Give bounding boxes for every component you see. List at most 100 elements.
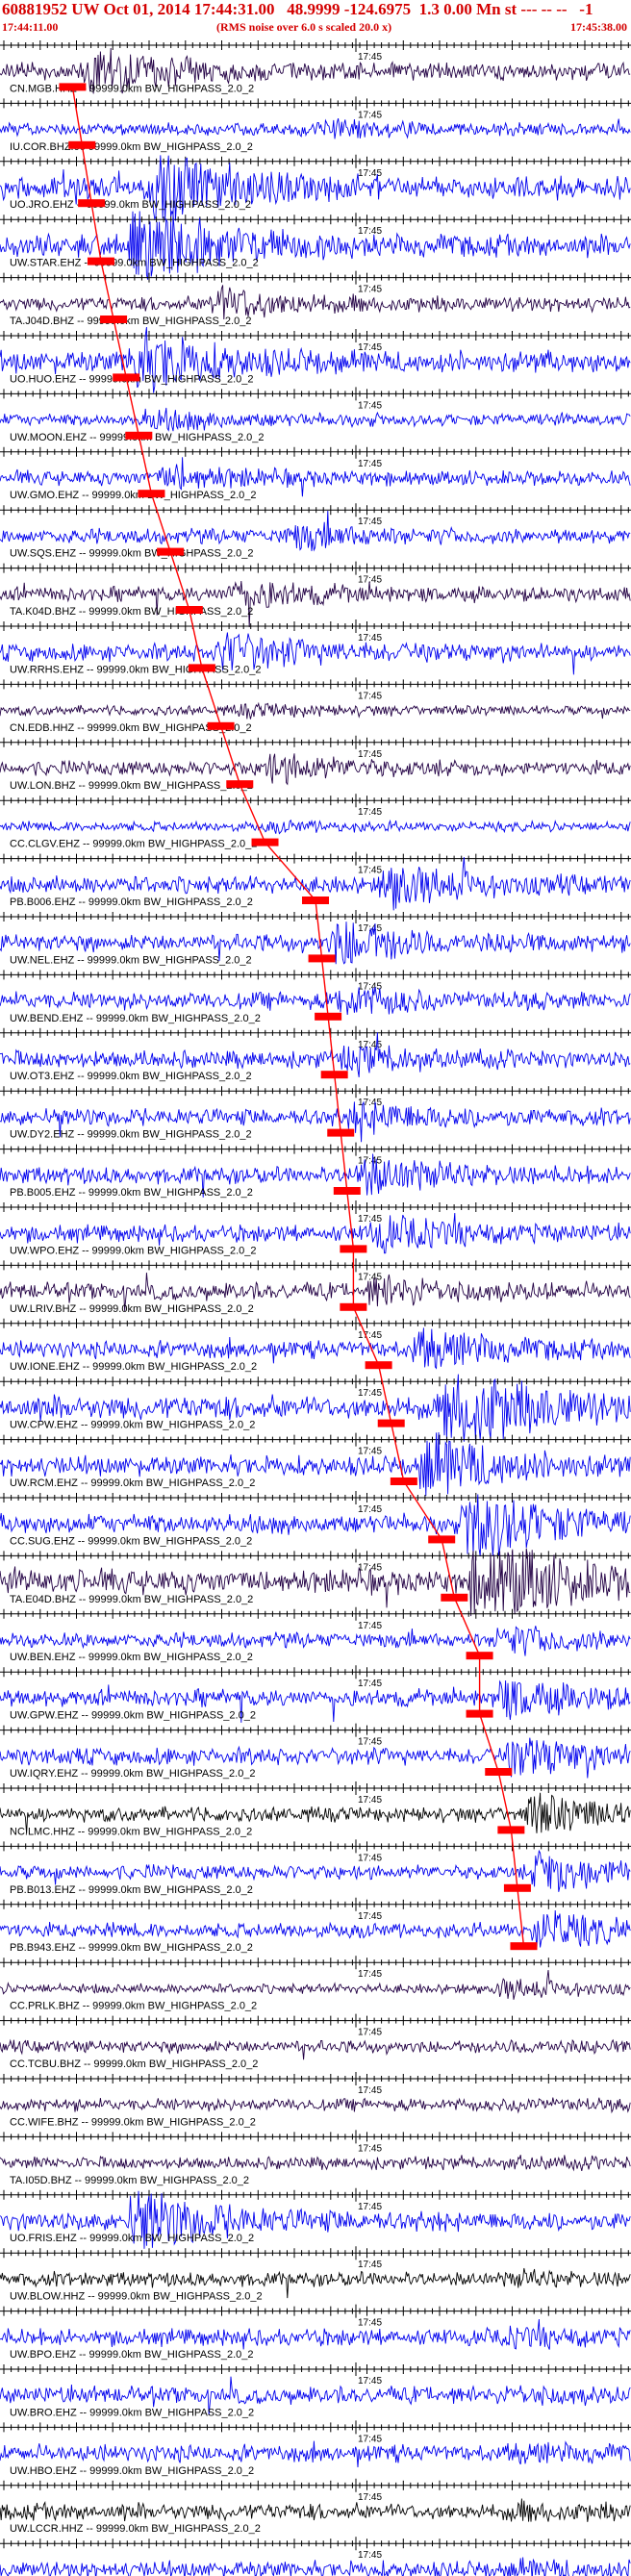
trace-row: 17:45 UO.JRO.EHZ -- 99999.0km BW_HIGHPASS…	[0, 154, 631, 221]
trace-label: CC.CLGV.EHZ -- 99999.0km BW_HIGHPASS_2.0…	[10, 839, 257, 850]
trace-label: UW.STAR.EHZ -- 99999.0km BW_HIGHPASS_2.0…	[10, 258, 259, 269]
minute-label: 17:45	[358, 2376, 382, 2387]
trace-label: UW.GPW.EHZ -- 99999.0km BW_HIGHPASS_2.0_…	[10, 1710, 256, 1722]
minute-label: 17:45	[358, 1330, 382, 1341]
trace-label: NC.LMC.HHZ -- 99999.0km BW_HIGHPASS_2.0_…	[10, 1826, 252, 1837]
waveform-trace	[0, 2097, 631, 2114]
waveform-trace	[0, 701, 631, 720]
trace-label: UW.BEN.EHZ -- 99999.0km BW_HIGHPASS_2.0_…	[10, 1652, 253, 1663]
waveform-trace	[0, 2498, 631, 2522]
trace-label: PB.B005.EHZ -- 99999.0km BW_HIGHPASS_2.0…	[10, 1187, 253, 1199]
trace-label: IU.COR.BHZ.00 99999.0km BW_HIGHPASS_2.0_…	[10, 141, 253, 153]
trace-row: 17:45UW.VIP.EHZ -- 99999.0km BW_HIGHPASS…	[0, 2537, 631, 2576]
trace-label: UW.CPW.EHZ -- 99999.0km BW_HIGHPASS_2.0_…	[10, 1420, 255, 1431]
trace-label: UW.LON.BHZ -- 99999.0km BW_HIGHPASS_2.0_…	[10, 780, 253, 792]
trace-row: 17:45 PB.B943.EHZ -- 99999.0km BW_HIGHPAS…	[0, 1897, 631, 1954]
trace-label: CC.TCBU.BHZ -- 99999.0km BW_HIGHPASS_2.0…	[10, 2058, 258, 2070]
trace-row: 17:45 CC.CLGV.EHZ -- 99999.0km BW_HIGHPAS…	[0, 794, 631, 850]
minute-label: 17:45	[358, 1388, 382, 1399]
minute-label: 17:45	[358, 2550, 382, 2561]
trace-row: 17:45 CN.MGB.HHZ -- 99999.0km BW_HIGHPASS…	[0, 38, 631, 94]
trace-row: 17:45 CC.TCBU.BHZ -- 99999.0km BW_HIGHPAS…	[0, 2013, 631, 2070]
trace-row: 17:45 UW.BPO.EHZ -- 99999.0km BW_HIGHPASS…	[0, 2304, 631, 2361]
trace-label: TA.I05D.BHZ -- 99999.0km BW_HIGHPASS_2.0…	[10, 2175, 249, 2186]
trace-row: 17:45 UW.SQS.EHZ -- 99999.0km BW_HIGHPASS…	[0, 503, 631, 560]
minute-label: 17:45	[358, 1969, 382, 1980]
trace-label: UW.SQS.EHZ -- 99999.0km BW_HIGHPASS_2.0_…	[10, 548, 254, 560]
waveform-trace	[0, 1548, 631, 1617]
minute-label: 17:45	[358, 2260, 382, 2270]
waveform-trace	[0, 819, 631, 835]
trace-row: 17:45 UW.CPW.EHZ -- 99999.0km BW_HIGHPASS…	[0, 1374, 631, 1442]
minute-label: 17:45	[358, 1447, 382, 1457]
trace-row: 17:45 UW.GPW.EHZ -- 99999.0km BW_HIGHPASS…	[0, 1665, 631, 1723]
waveform-trace	[0, 117, 631, 139]
trace-label: TA.K04D.BHZ -- 99999.0km BW_HIGHPASS_2.0…	[10, 606, 253, 618]
minute-label: 17:45	[358, 1795, 382, 1806]
trace-row: 17:45CN.EDB.HHZ -- 99999.0km BW_HIGHPASS…	[0, 677, 631, 734]
minute-label: 17:45	[358, 575, 382, 586]
trace-label: UW.NEL.EHZ -- 99999.0km BW_HIGHPASS_2.0_…	[10, 954, 252, 966]
trace-label: TA.E04D.BHZ -- 99999.0km BW_HIGHPASS_2.0…	[10, 1594, 253, 1605]
minute-label: 17:45	[358, 691, 382, 701]
minute-label: 17:45	[358, 2318, 382, 2329]
waveform-trace	[0, 581, 631, 628]
waveform-trace	[0, 1969, 631, 2000]
trace-label: UO.JRO.EHZ -- 99999.0km BW_HIGHPASS_2.0_…	[10, 199, 251, 211]
trace-label: UW.RCM.EHZ -- 99999.0km BW_HIGHPASS_2.0_…	[10, 1477, 255, 1489]
waveform-trace	[0, 2440, 631, 2468]
trace-row: 17:45 TA.E04D.BHZ -- 99999.0km BW_HIGHPAS…	[0, 1548, 631, 1617]
trace-label: CC.WIFE.BHZ -- 99999.0km BW_HIGHPASS_2.0…	[10, 2116, 256, 2128]
trace-row: 17:45UW.NEL.EHZ -- 99999.0km BW_HIGHPASS…	[0, 910, 631, 966]
minute-label: 17:45	[358, 2202, 382, 2212]
trace-label: UO.FRIS.EHZ -- 99999.0km BW_HIGHPASS_2.0…	[10, 2233, 254, 2244]
minute-label: 17:45	[358, 1911, 382, 1922]
trace-label: CC.SUG.EHZ -- 99999.0km BW_HIGHPASS_2.0_…	[10, 1535, 252, 1547]
minute-label: 17:45	[358, 749, 382, 760]
waveform-trace	[0, 1494, 631, 1557]
trace-label: PB.B943.EHZ -- 99999.0km BW_HIGHPASS_2.0…	[10, 1942, 253, 1954]
seismogram-plot: 17:45 CN.MGB.HHZ -- 99999.0km BW_HIGHPASS…	[0, 38, 631, 2576]
trace-row: 17:45 UW.BEN.EHZ -- 99999.0km BW_HIGHPASS…	[0, 1606, 631, 1663]
trace-row: 17:45PB.B005.EHZ -- 99999.0km BW_HIGHPAS…	[0, 1142, 631, 1199]
waveform-trace	[0, 2155, 631, 2172]
waveform-trace	[0, 986, 631, 1015]
minute-label: 17:45	[358, 2085, 382, 2096]
minute-label: 17:45	[358, 517, 382, 527]
waveform-trace	[0, 510, 631, 552]
trace-label: TA.J04D.BHZ -- 99999.0km BW_HIGHPASS_2.0…	[10, 316, 251, 327]
minute-label: 17:45	[358, 1272, 382, 1282]
trace-row: 17:45 IU.COR.BHZ.00 99999.0km BW_HIGHPASS…	[0, 96, 631, 153]
minute-label: 17:45	[358, 1504, 382, 1515]
waveform-trace	[0, 2318, 631, 2350]
trace-row: 17:45 TA.J04D.BHZ -- 99999.0km BW_HIGHPAS…	[0, 270, 631, 327]
trace-label: UW.LRIV.BHZ -- 99999.0km BW_HIGHPASS_2.0…	[10, 1303, 254, 1315]
trace-label: UW.IQRY.EHZ -- 99999.0km BW_HIGHPASS_2.0…	[10, 1768, 256, 1780]
trace-label: CC.PRLK.BHZ -- 99999.0km BW_HIGHPASS_2.0…	[10, 2001, 257, 2012]
trace-label: UW.DY2.EHZ -- 99999.0km BW_HIGHPASS_2.0_…	[10, 1129, 252, 1141]
trace-label: UW.WPO.EHZ -- 99999.0km BW_HIGHPASS_2.0_…	[10, 1245, 257, 1256]
waveform-trace	[0, 285, 631, 320]
trace-group: 17:45 CN.MGB.HHZ -- 99999.0km BW_HIGHPASS…	[0, 38, 631, 2576]
trace-row: 17:45 UW.BEND.EHZ -- 99999.0km BW_HIGHPAS…	[0, 968, 631, 1024]
trace-row: 17:45UW.MOON.EHZ -- 99999.0km BW_HIGHPAS…	[0, 387, 631, 443]
trace-row: 17:45 UW.IQRY.EHZ -- 99999.0km BW_HIGHPAS…	[0, 1723, 631, 1780]
waveform-trace	[0, 407, 631, 432]
trace-row: 17:45UW.OT3.EHZ -- 99999.0km BW_HIGHPASS…	[0, 1025, 631, 1082]
trace-label: UW.GMO.EHZ -- 99999.0km BW_HIGHPASS_2.0_…	[10, 490, 257, 501]
waveform-trace	[0, 2557, 631, 2576]
trace-label: CN.MGB.HHZ -- 99999.0km BW_HIGHPASS_2.0_…	[10, 83, 254, 94]
minute-label: 17:45	[358, 1737, 382, 1748]
trace-label: UW.BPO.EHZ -- 99999.0km BW_HIGHPASS_2.0_…	[10, 2349, 254, 2361]
minute-label: 17:45	[358, 342, 382, 353]
trace-row: 17:45 UO.FRIS.EHZ -- 99999.0km BW_HIGHPAS…	[0, 2187, 631, 2249]
trace-row: 17:45 UW.HBO.EHZ -- 99999.0km BW_HIGHPASS…	[0, 2420, 631, 2477]
minute-label: 17:45	[358, 226, 382, 237]
minute-label: 17:45	[358, 633, 382, 644]
trace-row: 17:45 UW.LCCR.HHZ -- 99999.0km BW_HIGHPAS…	[0, 2478, 631, 2535]
minute-label: 17:45	[358, 1679, 382, 1689]
trace-row: 17:45 CC.SUG.EHZ -- 99999.0km BW_HIGHPASS…	[0, 1491, 631, 1557]
minute-label: 17:45	[358, 866, 382, 876]
minute-label: 17:45	[358, 400, 382, 411]
minute-label: 17:45	[358, 110, 382, 120]
